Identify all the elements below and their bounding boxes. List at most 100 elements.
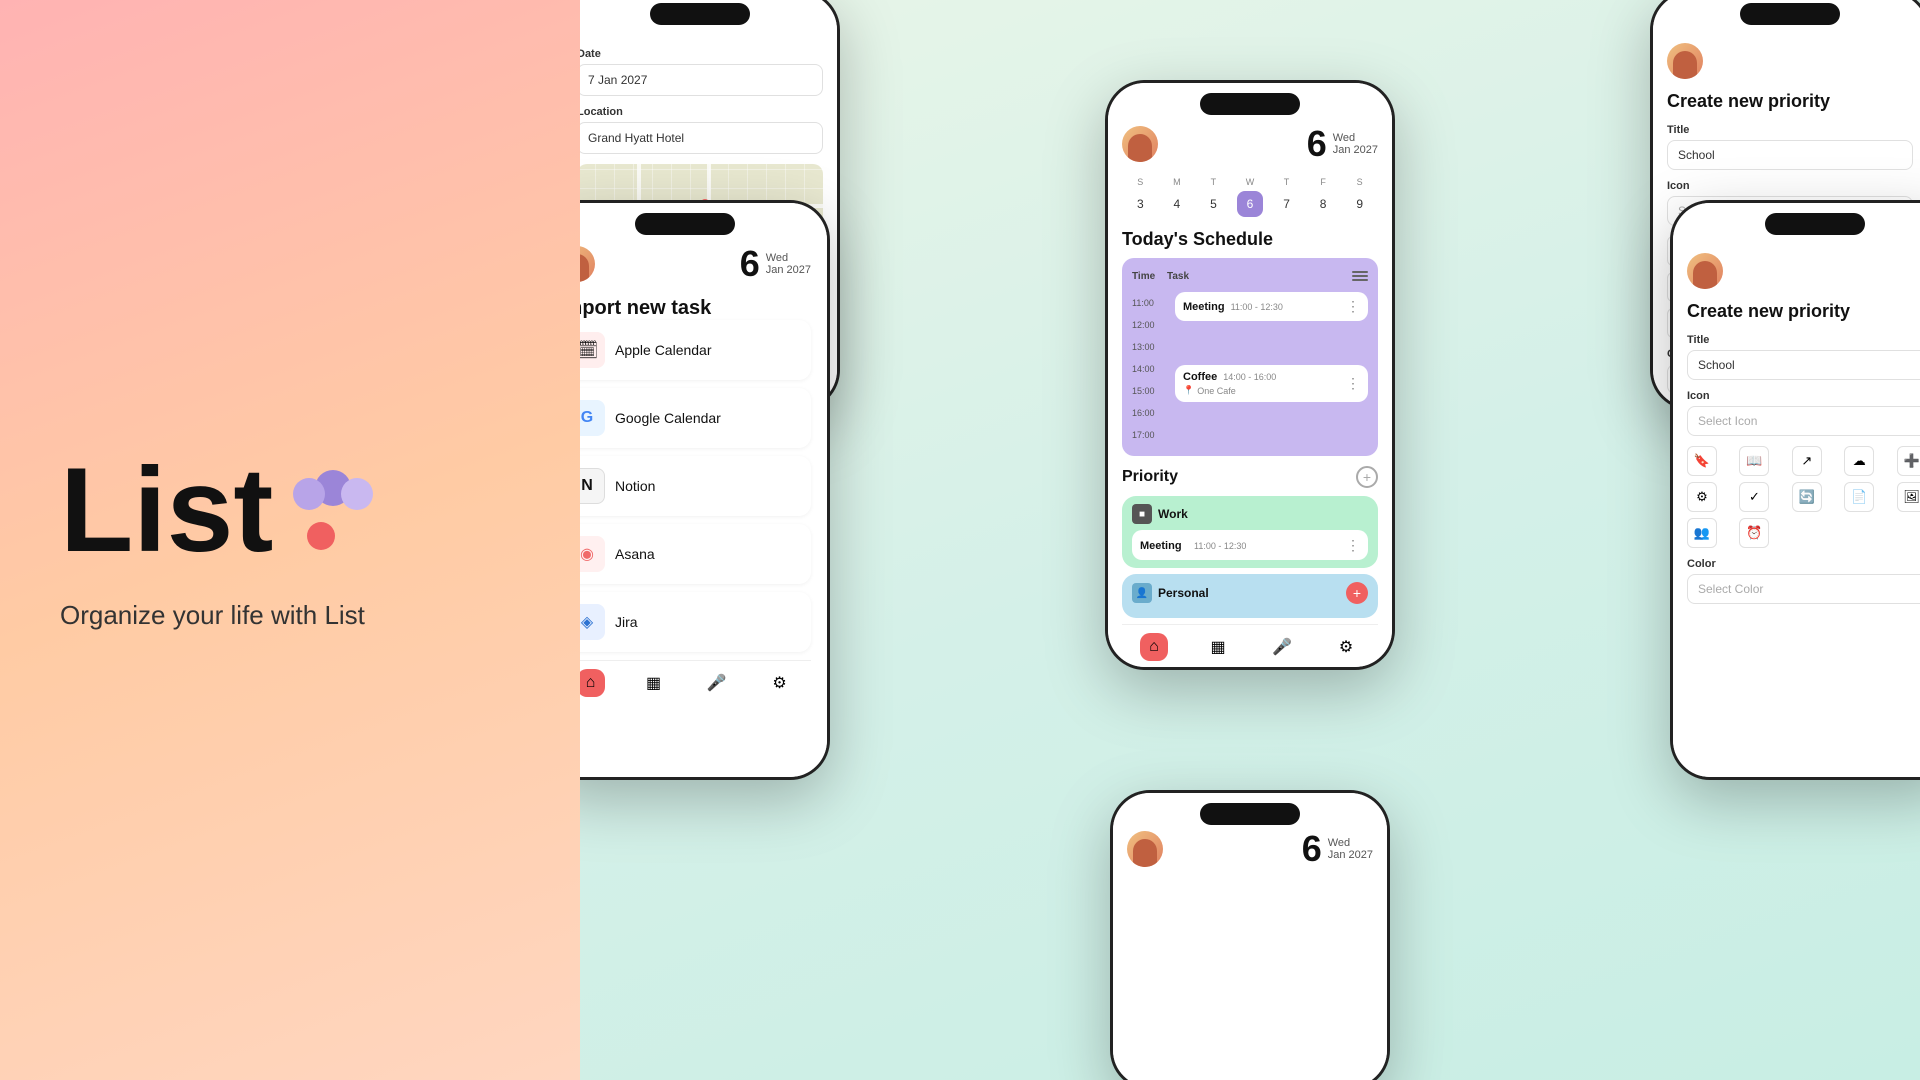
task-column: Meeting 11:00 - 12:30 ⋮ Cof <box>1175 292 1368 446</box>
phone-mid-right: Create new priority Title School Icon Se… <box>1670 200 1920 780</box>
phone-screen: 6 Wed Jan 2027 <box>1113 793 1387 1080</box>
icon-book[interactable]: 📖 <box>1739 446 1769 476</box>
list-item[interactable]: ◉ Asana <box>580 524 811 584</box>
task-col-header: Task <box>1167 271 1352 282</box>
nav-home[interactable]: ⌂ <box>580 669 605 697</box>
task-card-meeting[interactable]: Meeting 11:00 - 12:30 ⋮ <box>1175 292 1368 321</box>
task-card-info: Coffee 14:00 - 16:00 📍One Cafe <box>1183 371 1276 396</box>
icon-add-circle[interactable]: ➕ <box>1897 446 1920 476</box>
week-day-w6[interactable]: W 6 <box>1235 177 1265 217</box>
week-day-m4[interactable]: M 4 <box>1162 177 1192 217</box>
priority-card-personal: 👤 Personal + <box>1122 574 1378 618</box>
week-day-t5[interactable]: T 5 <box>1198 177 1228 217</box>
priority-card-header: ■ Work <box>1132 504 1368 524</box>
phone-content: 6 Wed Jan 2027 S 3 M 4 <box>1108 83 1392 667</box>
avatar-figure <box>1693 261 1717 289</box>
task-menu-icon[interactable]: ⋮ <box>1346 537 1360 554</box>
nav-home-button[interactable]: ⌂ <box>1140 633 1168 661</box>
add-task-button[interactable]: + <box>1346 582 1368 604</box>
date-weekday: Wed <box>1328 837 1373 849</box>
icon-group[interactable]: 👥 <box>1687 518 1717 548</box>
task-card-coffee[interactable]: Coffee 14:00 - 16:00 📍One Cafe ⋮ <box>1175 365 1368 402</box>
nav-mic-button[interactable]: 🎤 <box>1268 633 1296 661</box>
logo-dot-4 <box>307 522 335 550</box>
nav-settings-button[interactable]: ⚙ <box>1332 633 1360 661</box>
avatar-figure <box>1673 51 1697 79</box>
title-input[interactable]: School <box>1667 140 1913 170</box>
icon-gear[interactable]: ⚙ <box>1687 482 1717 512</box>
avatar-figure <box>580 254 589 282</box>
icon-cloud[interactable]: ☁ <box>1844 446 1874 476</box>
add-priority-button[interactable]: + <box>1356 466 1378 488</box>
icon-label: Icon <box>1667 180 1913 192</box>
task-location: 📍One Cafe <box>1183 385 1276 396</box>
icon-share[interactable]: ↗ <box>1792 446 1822 476</box>
phone-notch <box>1765 213 1865 235</box>
icon-clock[interactable]: ⏰ <box>1739 518 1769 548</box>
priority-label: Work <box>1158 507 1188 521</box>
week-day-f8[interactable]: F 8 <box>1308 177 1338 217</box>
empty-slot <box>1175 325 1368 361</box>
task-card-top: Meeting 11:00 - 12:30 <box>1183 301 1283 313</box>
icon-doc[interactable]: 📄 <box>1844 482 1874 512</box>
list-item[interactable]: G Google Calendar <box>580 388 811 448</box>
priority-task-item[interactable]: Meeting 11:00 - 12:30 ⋮ <box>1132 530 1368 560</box>
bottom-nav: ⌂ ▦ 🎤 ⚙ <box>1122 624 1378 667</box>
icon-label: Icon <box>1687 390 1920 402</box>
nav-settings[interactable]: ⚙ <box>766 669 794 697</box>
date-display: 6 Wed Jan 2027 <box>1307 123 1378 165</box>
list-icon <box>1352 268 1368 284</box>
phone-notch <box>650 3 750 25</box>
phone-header: 6 Wed Jan 2027 <box>1127 828 1373 870</box>
jira-label: Jira <box>615 614 638 630</box>
icon-refresh[interactable]: 🔄 <box>1792 482 1822 512</box>
date-day-num: 6 <box>740 243 760 285</box>
icon-check[interactable]: ✓ <box>1739 482 1769 512</box>
date-month-year: Jan 2027 <box>1333 144 1378 156</box>
list-item[interactable]: ◈ Jira <box>580 592 811 652</box>
color-select[interactable]: Select Color <box>1687 574 1920 604</box>
avatar-figure <box>1128 134 1152 162</box>
phone-notch <box>635 213 735 235</box>
icon-image[interactable]: 🖼 <box>1897 482 1920 512</box>
nav-calendar-button[interactable]: ▦ <box>1204 633 1232 661</box>
phone-screen: 6 Wed Jan 2027 S 3 M 4 <box>1108 83 1392 667</box>
task-name: Meeting <box>1183 301 1225 313</box>
time-slot: 15:00 <box>1132 380 1167 402</box>
google-calendar-label: Google Calendar <box>615 410 721 426</box>
date-info: Wed Jan 2027 <box>1333 132 1378 156</box>
time-slot: 13:00 <box>1132 336 1167 358</box>
phone-screen: 6 Wed Jan 2027 Import new task 🗓 Apple C… <box>580 203 827 777</box>
date-field-value[interactable]: 7 Jan 2027 <box>580 64 823 96</box>
list-item[interactable]: 🗓 Apple Calendar <box>580 320 811 380</box>
location-field-value[interactable]: Grand Hyatt Hotel <box>580 122 823 154</box>
form-phone-content: Create new priority Title School Icon Se… <box>1673 203 1920 777</box>
task-menu-icon[interactable]: ⋮ <box>1346 298 1360 315</box>
asana-icon: ◉ <box>580 536 605 572</box>
week-day-s3[interactable]: S 3 <box>1125 177 1155 217</box>
apple-calendar-label: Apple Calendar <box>615 342 712 358</box>
schedule-header: Time Task <box>1132 268 1368 284</box>
title-input[interactable]: School <box>1687 350 1920 380</box>
priority-title: Priority <box>1122 468 1178 486</box>
schedule-body: 11:00 12:00 13:00 14:00 15:00 16:00 17:0… <box>1132 292 1368 446</box>
nav-mic[interactable]: 🎤 <box>703 669 731 697</box>
asana-label: Asana <box>615 546 655 562</box>
task-time: 11:00 - 12:30 <box>1231 302 1283 312</box>
task-menu-icon[interactable]: ⋮ <box>1346 375 1360 392</box>
jira-icon: ◈ <box>580 604 605 640</box>
icon-bookmark[interactable]: 🔖 <box>1687 446 1717 476</box>
phone-screen: Create new priority Title School Icon Se… <box>1673 203 1920 777</box>
week-day-s9[interactable]: S 9 <box>1345 177 1375 217</box>
nav-calendar[interactable]: ▦ <box>640 669 668 697</box>
logo-dot-2 <box>293 478 325 510</box>
priority-task-time: 11:00 - 12:30 <box>1194 541 1246 551</box>
time-slot: 17:00 <box>1132 424 1167 446</box>
right-panel: Date 7 Jan 2027 Location Grand Hyatt Hot… <box>580 0 1920 1080</box>
time-col-header: Time <box>1132 271 1167 282</box>
week-day-t7[interactable]: T 7 <box>1272 177 1302 217</box>
list-item[interactable]: N Notion <box>580 456 811 516</box>
apple-calendar-icon: 🗓 <box>580 332 605 368</box>
avatar <box>1127 831 1163 867</box>
icon-select[interactable]: Select Icon <box>1687 406 1920 436</box>
